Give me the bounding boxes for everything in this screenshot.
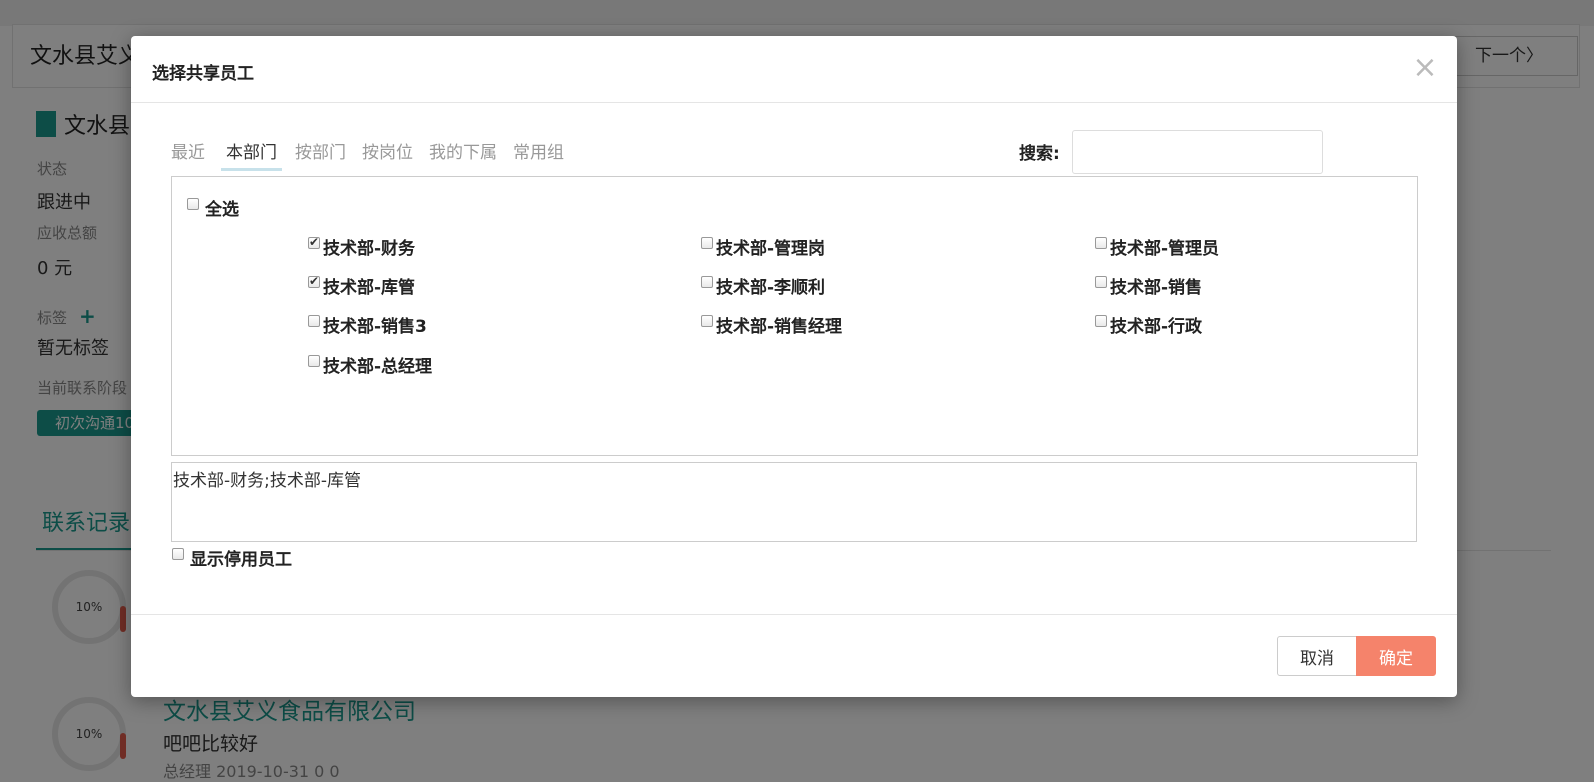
close-icon[interactable]: × <box>1411 53 1439 83</box>
checkbox-icon[interactable] <box>1095 237 1107 249</box>
checkbox-icon[interactable] <box>308 273 320 289</box>
tab-this-department[interactable]: 本部门 <box>221 138 282 171</box>
select-all-label: 全选 <box>205 200 239 220</box>
checkbox-icon[interactable] <box>172 548 184 560</box>
employee-name: 技术部-销售 <box>1110 278 1203 298</box>
employee-item[interactable]: 技术部-销售 <box>1095 275 1202 300</box>
employee-name: 技术部-管理岗 <box>716 239 826 259</box>
search-label: 搜索: <box>1019 144 1060 164</box>
checkbox-icon[interactable] <box>701 315 713 327</box>
tab-recent[interactable]: 最近 <box>171 138 208 169</box>
checkbox-icon[interactable] <box>701 276 713 288</box>
employee-name: 技术部-李顺利 <box>716 278 826 298</box>
search-input[interactable] <box>1072 130 1323 174</box>
employee-name: 技术部-库管 <box>323 278 416 298</box>
employee-item[interactable]: 技术部-李顺利 <box>701 275 825 300</box>
employee-item[interactable]: 技术部-管理员 <box>1095 236 1219 261</box>
employee-item[interactable]: 技术部-销售3 <box>308 314 427 339</box>
show-disabled-label: 显示停用员工 <box>190 550 292 570</box>
dialog-footer-divider <box>131 614 1457 615</box>
tab-by-department[interactable]: 按部门 <box>295 138 349 169</box>
checkbox-icon[interactable] <box>308 234 320 250</box>
employee-item[interactable]: 技术部-销售经理 <box>701 314 842 339</box>
share-employee-dialog: 选择共享员工 × 最近本部门按部门按岗位我的下属常用组 搜索: 全选 技术部-财… <box>131 36 1457 697</box>
employee-item[interactable]: 技术部-库管 <box>308 273 416 300</box>
dialog-title: 选择共享员工 <box>152 64 254 84</box>
employee-name: 技术部-销售3 <box>323 317 427 337</box>
dialog-header: 选择共享员工 × <box>131 36 1457 103</box>
select-all-checkbox[interactable]: 全选 <box>187 197 239 222</box>
selected-employees-box[interactable]: 技术部-财务;技术部-库管 <box>171 462 1417 542</box>
tab-bar: 最近 本部门 按部门 按岗位 我的下属 常用组 <box>171 138 580 171</box>
employee-name: 技术部-管理员 <box>1110 239 1220 259</box>
checkbox-icon[interactable] <box>187 198 199 210</box>
employee-item[interactable]: 技术部-管理岗 <box>701 236 825 261</box>
employee-item[interactable]: 技术部-行政 <box>1095 314 1202 339</box>
checkbox-icon[interactable] <box>1095 276 1107 288</box>
tab-my-subordinates[interactable]: 我的下属 <box>429 138 500 169</box>
employee-item[interactable]: 技术部-财务 <box>308 234 416 261</box>
employee-name: 技术部-销售经理 <box>716 317 843 337</box>
checkbox-icon[interactable] <box>308 355 320 367</box>
checkbox-icon[interactable] <box>701 237 713 249</box>
tab-by-position[interactable]: 按岗位 <box>362 138 416 169</box>
employee-list: 全选 技术部-财务 技术部-管理岗 技术部-管理员 技术部-库管 技术部-李顺利… <box>171 176 1418 456</box>
employee-name: 技术部-行政 <box>1110 317 1203 337</box>
employee-name: 技术部-总经理 <box>323 357 433 377</box>
checkbox-icon[interactable] <box>1095 315 1107 327</box>
confirm-button[interactable]: 确定 <box>1356 636 1436 676</box>
show-disabled-checkbox[interactable]: 显示停用员工 <box>172 547 292 572</box>
employee-name: 技术部-财务 <box>323 239 416 259</box>
checkbox-icon[interactable] <box>308 315 320 327</box>
cancel-button[interactable]: 取消 <box>1277 636 1357 676</box>
employee-item[interactable]: 技术部-总经理 <box>308 354 432 379</box>
tab-common-groups[interactable]: 常用组 <box>513 138 567 169</box>
